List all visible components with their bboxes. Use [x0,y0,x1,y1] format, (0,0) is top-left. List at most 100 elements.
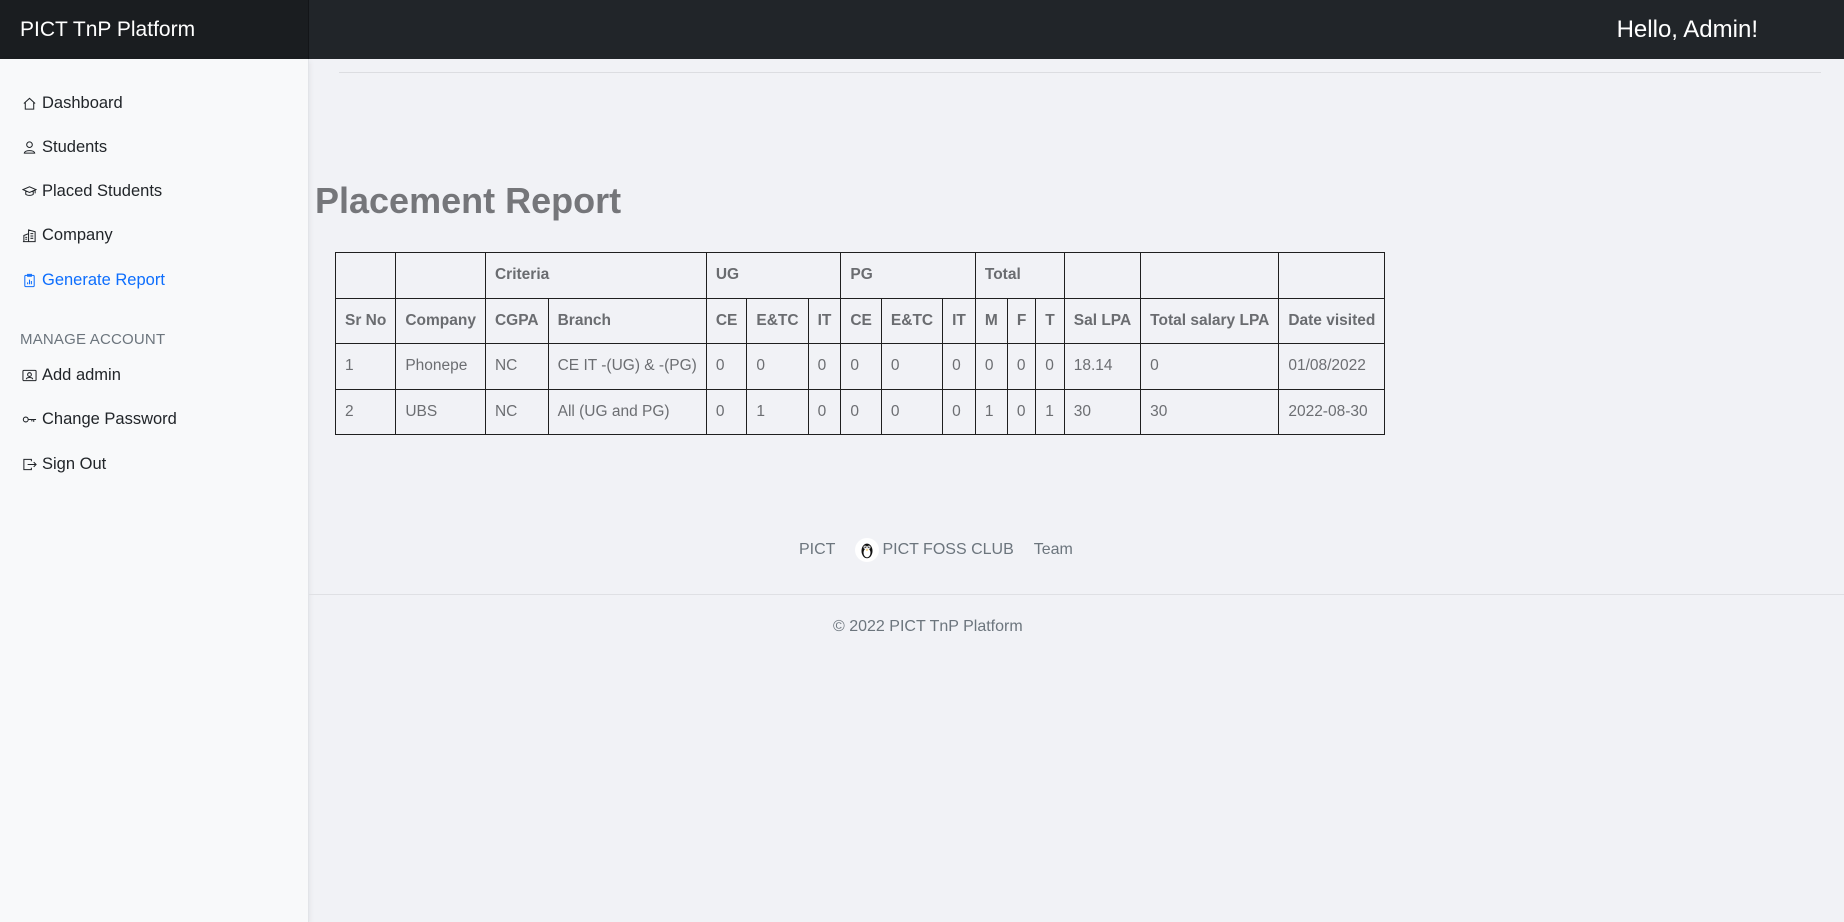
table-cell: 0 [1140,343,1280,390]
table-header-empty [1278,252,1386,299]
report-icon [20,271,38,289]
table-cell: NC [484,388,549,435]
column-header: Branch [547,297,707,344]
sidebar: Dashboard Students Placed Students Compa… [0,59,309,922]
table-cell: 0 [942,343,976,390]
sidebar-item-label: Dashboard [42,93,123,112]
table-cell: 0 [880,388,944,435]
manage-account-heading: MANAGE ACCOUNT [20,331,166,348]
greeting-text: Hello, Admin! [1616,16,1758,43]
footer-links: PICT PICT FOSS CLUB Team [799,538,1073,562]
table-column-header-row: Sr No Company CGPA Branch CE E&TC IT CE … [334,297,1386,344]
column-header: CE [840,297,882,344]
table-cell: 0 [974,343,1008,390]
table-cell: 2 [334,388,397,435]
key-icon [20,410,38,428]
building-icon [20,226,38,244]
table-cell: 0 [942,388,976,435]
table-header-empty [395,252,486,299]
column-header: M [974,297,1008,344]
column-header: E&TC [746,297,809,344]
box-arrow-right-icon [20,455,38,473]
table-cell: All (UG and PG) [547,388,707,435]
sidebar-item-dashboard[interactable]: Dashboard [20,89,123,117]
table-cell: 1 [1035,388,1065,435]
page-title: Placement Report [315,180,622,221]
table-group-header-criteria: Criteria [484,252,707,299]
table-cell: 0 [1035,343,1065,390]
table-cell: 0 [705,343,748,390]
column-header: IT [807,297,842,344]
table-cell: 0 [1006,343,1037,390]
column-header: IT [942,297,976,344]
table-cell: 0 [880,343,944,390]
brand-title[interactable]: PICT TnP Platform [0,0,309,59]
table-group-header-pg: PG [840,252,976,299]
sidebar-item-sign-out[interactable]: Sign Out [20,450,106,478]
foss-club-logo-icon [855,538,880,562]
table-cell: 0 [746,343,809,390]
table-cell: 1 [974,388,1008,435]
footer-link-foss-club[interactable]: PICT FOSS CLUB [882,541,1013,559]
column-header: E&TC [880,297,944,344]
column-header: T [1035,297,1065,344]
sidebar-item-label: Students [42,137,108,156]
sidebar-item-label: Placed Students [42,181,163,200]
sidebar-item-label: Generate Report [42,270,165,289]
table-row: 1 Phonepe NC CE IT -(UG) & -(PG) 0 0 0 0… [334,343,1386,390]
person-icon [20,138,38,156]
mortarboard-icon [20,182,38,200]
table-header-empty [1063,252,1142,299]
table-header-empty [334,252,397,299]
table-row: 2 UBS NC All (UG and PG) 0 1 0 0 0 0 1 0… [334,388,1386,435]
sidebar-item-generate-report[interactable]: Generate Report [20,266,165,294]
sidebar-item-add-admin[interactable]: Add admin [20,361,121,389]
column-header: Total salary LPA [1140,297,1280,344]
table-group-header-row: Criteria UG PG Total [334,252,1386,299]
table-cell: 0 [1006,388,1037,435]
table-cell: CE IT -(UG) & -(PG) [547,343,707,390]
footer-divider [309,594,1844,595]
sidebar-item-placed-students[interactable]: Placed Students [20,177,162,205]
table-cell: 2022-08-30 [1278,388,1386,435]
table-cell: 0 [807,343,842,390]
table-cell: 0 [840,343,882,390]
footer-link-team[interactable]: Team [1034,541,1073,559]
person-badge-icon [20,366,38,384]
placement-report-table: Criteria UG PG Total Sr No Company CGPA … [334,252,1386,435]
table-cell: 18.14 [1063,343,1142,390]
table-header-empty [1140,252,1280,299]
table-cell: 0 [840,388,882,435]
column-header: CGPA [484,297,549,344]
sidebar-item-students[interactable]: Students [20,133,107,161]
sidebar-item-label: Add admin [42,365,121,384]
house-icon [20,94,38,112]
column-header: CE [705,297,748,344]
sidebar-item-label: Change Password [42,409,177,428]
divider [339,72,1821,73]
table-cell: 01/08/2022 [1278,343,1386,390]
column-header: Sr No [334,297,397,344]
sidebar-item-company[interactable]: Company [20,221,113,249]
column-header: F [1006,297,1037,344]
table-cell: 30 [1063,388,1142,435]
table-cell: UBS [395,388,486,435]
column-header: Sal LPA [1063,297,1142,344]
sidebar-item-change-password[interactable]: Change Password [20,405,177,433]
column-header: Company [395,297,486,344]
sidebar-item-label: Company [42,225,113,244]
table-cell: NC [484,343,549,390]
footer-link-pict[interactable]: PICT [799,541,835,559]
column-header: Date visited [1278,297,1386,344]
table-cell: 30 [1140,388,1280,435]
table-cell: 0 [705,388,748,435]
table-cell: 0 [807,388,842,435]
copyright-text: © 2022 PICT TnP Platform [833,618,1023,635]
table-group-header-total: Total [974,252,1065,299]
table-cell: Phonepe [395,343,486,390]
sidebar-item-label: Sign Out [42,454,107,473]
table-group-header-ug: UG [705,252,842,299]
table-cell: 1 [746,388,809,435]
top-navbar: PICT TnP Platform Hello, Admin! [0,0,1844,59]
table-cell: 1 [334,343,397,390]
